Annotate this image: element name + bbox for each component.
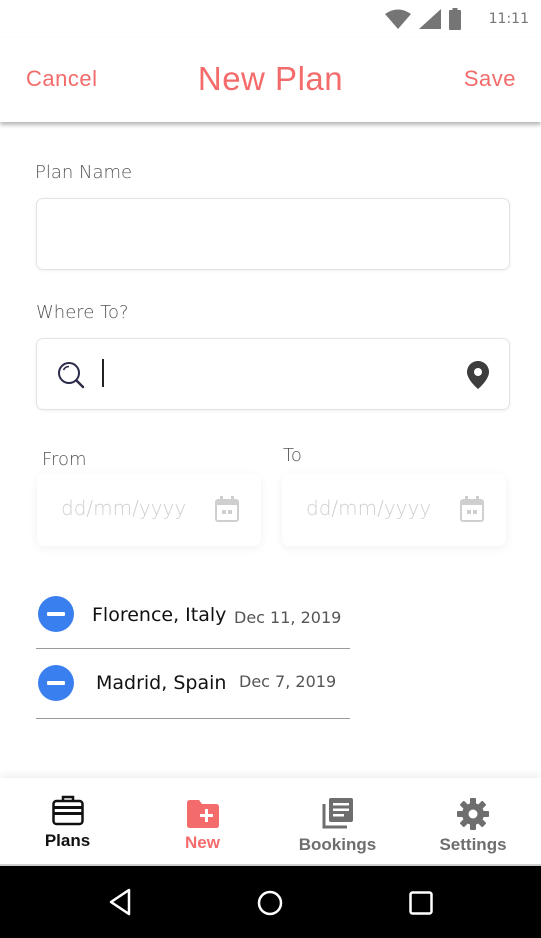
back-icon[interactable] [108,888,132,916]
remove-destination-button[interactable] [38,596,74,632]
status-icons: 11:11 [384,8,529,30]
to-date-input[interactable]: dd/mm/yyyy [282,474,506,546]
remove-destination-button[interactable] [38,665,74,701]
calendar-icon[interactable] [460,496,484,522]
search-icon [58,362,85,389]
destination-name: Madrid, Spain [96,672,227,694]
destination-date: Dec 11, 2019 [234,608,342,627]
save-button[interactable]: Save [464,66,516,92]
gear-icon [457,798,489,830]
status-time: 11:11 [488,11,529,27]
tab-label: Bookings [298,835,377,854]
from-date-input[interactable]: dd/mm/yyyy [37,474,261,546]
signal-icon [418,9,441,29]
tab-settings[interactable]: Settings [405,778,541,864]
recents-icon[interactable] [409,891,433,915]
destination-name: Florence, Italy [92,604,227,626]
from-date-placeholder: dd/mm/yyyy [61,496,187,520]
calendar-icon[interactable] [215,496,239,522]
bottom-tab-bar: Plans New Bookings Settings [0,778,541,866]
system-navigation-bar [0,866,541,938]
tab-label: Settings [439,835,507,854]
new-plan-form: Plan Name Where To? From To dd/mm/yyyy d… [0,122,541,778]
destination-row: Madrid, Spain Dec 7, 2019 [36,649,350,719]
battery-icon [448,8,461,30]
wifi-icon [384,9,411,29]
tab-new[interactable]: New [135,778,270,864]
home-icon[interactable] [257,890,283,916]
plan-name-label: Plan Name [35,162,133,183]
to-label: To [283,445,302,466]
from-label: From [42,449,87,470]
tab-bookings[interactable]: Bookings [270,778,405,864]
text-cursor [102,359,104,387]
status-bar: 11:11 [0,0,541,38]
tab-label: New [185,833,220,852]
folder-plus-icon [186,800,219,828]
to-date-placeholder: dd/mm/yyyy [306,496,432,520]
destination-date: Dec 7, 2019 [239,672,337,691]
where-to-label: Where To? [36,302,129,323]
destination-row: Florence, Italy Dec 11, 2019 [36,579,350,649]
library-books-icon [322,798,353,829]
location-pin-icon[interactable] [467,361,489,389]
tab-label: Plans [44,831,91,850]
briefcase-icon [51,795,84,826]
plan-name-input[interactable] [36,198,510,270]
app-header: Cancel New Plan Save [0,38,541,122]
page-title: New Plan [197,60,344,97]
tab-plans[interactable]: Plans [0,778,135,864]
destination-search-input[interactable] [36,338,510,410]
